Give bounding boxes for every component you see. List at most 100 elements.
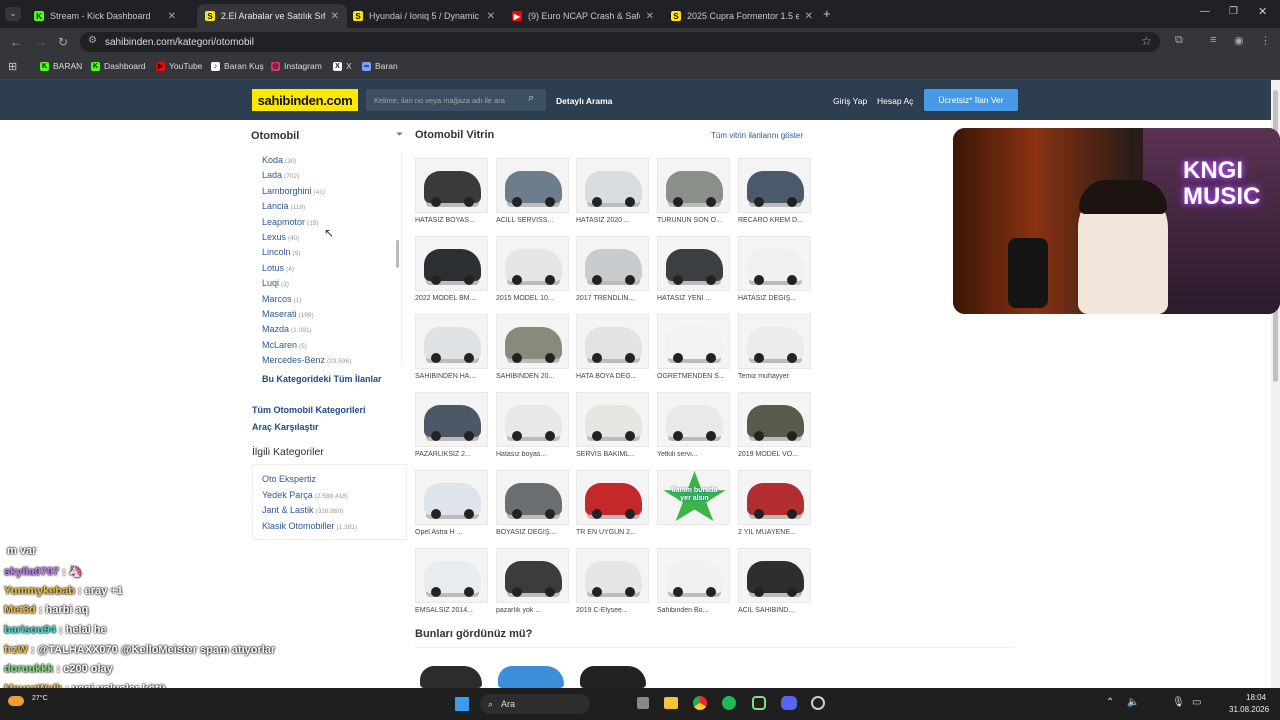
vitrin-caption[interactable]: ÖĞRETMENDEN S...	[657, 373, 737, 380]
file-explorer-icon[interactable]	[664, 697, 678, 709]
vitrin-caption[interactable]: pazarlık yok ...	[496, 607, 576, 614]
chat-username[interactable]: skylla0707	[4, 566, 59, 578]
detailed-search-link[interactable]: Detaylı Arama	[556, 96, 612, 106]
vitrin-thumbnail[interactable]	[576, 470, 649, 525]
browser-tab[interactable]: ▶ (9) Euro NCAP Crash & Safety ✕	[504, 4, 662, 28]
vitrin-thumbnail[interactable]	[496, 236, 569, 291]
bookmark-item[interactable]: K BARAN	[40, 61, 82, 71]
brand-list-item[interactable]: Mazda (1.091)	[262, 324, 312, 334]
new-tab-button[interactable]: +	[823, 6, 831, 21]
vitrin-caption[interactable]: EMSALSİZ 2014...	[415, 607, 495, 614]
chat-username[interactable]: doruukkk	[4, 663, 54, 675]
vitrin-thumbnail[interactable]	[738, 392, 811, 447]
obs-icon[interactable]	[811, 696, 825, 710]
brand-list-scrollbar[interactable]	[396, 240, 399, 268]
tab-close-icon[interactable]: ✕	[168, 11, 176, 22]
vitrin-caption[interactable]: Temiz muhayyer	[738, 373, 818, 380]
vitrin-thumbnail[interactable]	[576, 314, 649, 369]
chat-username[interactable]: frzW	[4, 644, 28, 656]
vitrin-thumbnail[interactable]	[738, 314, 811, 369]
brand-list-item[interactable]: Lincoln (9)	[262, 247, 300, 257]
vitrin-caption[interactable]: 2015 MODEL 10...	[496, 295, 576, 302]
seen-car-3[interactable]	[580, 666, 646, 688]
tab-close-icon[interactable]: ✕	[805, 11, 813, 22]
chrome-icon[interactable]	[693, 696, 707, 710]
vitrin-caption[interactable]: PAZARLIKSIZ 2...	[415, 451, 495, 458]
bookmark-item[interactable]: ▶ YouTube	[156, 61, 202, 71]
bookmark-item[interactable]: ♪ Baran Kuş	[211, 61, 264, 71]
browser-tab[interactable]: S 2025 Cupra Formentor 1.5 e-TS ✕	[663, 4, 821, 28]
apps-icon[interactable]: ⊞	[8, 60, 17, 73]
discord-icon[interactable]	[781, 696, 797, 710]
browser-tab[interactable]: S 2.El Arabalar ve Satılık Sıfır Km ✕	[197, 4, 347, 28]
brand-list-item[interactable]: Leapmotor (15)	[262, 217, 319, 227]
vitrin-thumbnail[interactable]	[738, 158, 811, 213]
vitrin-caption[interactable]: SAHİBİNDEN HA...	[415, 373, 495, 380]
vitrin-thumbnail[interactable]	[415, 236, 488, 291]
task-view-icon[interactable]	[637, 697, 649, 709]
back-icon[interactable]: ←	[10, 35, 22, 49]
brand-list-item[interactable]: Luqi (3)	[262, 278, 289, 288]
vitrin-thumbnail[interactable]	[657, 314, 730, 369]
brand-list-item[interactable]: Mercedes-Benz (23.596)	[262, 355, 351, 365]
vitrin-caption[interactable]: HATASIZ YENİ ...	[657, 295, 737, 302]
restore-icon[interactable]: ❐	[1229, 6, 1238, 17]
clock-time[interactable]: 18:04	[1246, 693, 1266, 702]
chat-username[interactable]: Met3d	[4, 604, 36, 616]
brand-list-item[interactable]: Marcos (1)	[262, 294, 301, 304]
chat-username[interactable]: barisou94	[4, 624, 56, 636]
url-field[interactable]: sahibinden.com/kategori/otomobil	[80, 32, 1160, 52]
all-listings-link[interactable]: Bu Kategorideki Tüm İlanlar	[262, 374, 382, 384]
seen-car-2[interactable]	[498, 666, 564, 688]
vitrin-thumbnail[interactable]	[496, 392, 569, 447]
vitrin-caption[interactable]: BOYASIZ DEĞİŞ...	[496, 529, 576, 536]
taskbar-search[interactable]: ⌕ Ara	[480, 694, 590, 714]
brand-list-item[interactable]: McLaren (5)	[262, 340, 307, 350]
spotify-icon[interactable]	[722, 696, 736, 710]
brand-list-item[interactable]: Lexus (40)	[262, 232, 300, 242]
vitrin-thumbnail[interactable]	[415, 470, 488, 525]
related-category-item[interactable]: Yedek Parça (2.588.418)	[262, 490, 348, 500]
related-category-item[interactable]: Klasik Otomobiller (1.381)	[262, 521, 357, 531]
vitrin-thumbnail[interactable]	[657, 548, 730, 603]
vitrin-caption[interactable]: TÜRÜNÜN SON Ö...	[657, 217, 737, 224]
extensions-icon[interactable]: ⧉	[1175, 34, 1183, 47]
vitrin-thumbnail[interactable]	[657, 392, 730, 447]
brand-list-item[interactable]: Lotus (4)	[262, 263, 294, 273]
vitrin-thumbnail[interactable]	[496, 470, 569, 525]
vitrin-caption[interactable]: TR EN UYGUN 2...	[576, 529, 656, 536]
weather-icon[interactable]	[8, 696, 24, 706]
tab-close-icon[interactable]: ✕	[487, 11, 495, 22]
brand-list-item[interactable]: Lamborghini (41)	[262, 186, 325, 196]
vitrin-thumbnail[interactable]	[657, 236, 730, 291]
vitrin-thumbnail[interactable]	[415, 548, 488, 603]
vitrin-thumbnail[interactable]	[657, 158, 730, 213]
start-icon[interactable]	[455, 697, 469, 711]
vitrin-caption[interactable]: 2019 C-Elysee...	[576, 607, 656, 614]
vitrin-caption[interactable]: ACİLL SERVİSS...	[496, 217, 576, 224]
brand-list-item[interactable]: Lada (702)	[262, 170, 299, 180]
login-link[interactable]: Giriş Yap	[833, 96, 867, 106]
clock-date[interactable]: 31.08.2026	[1229, 705, 1269, 714]
all-categories-link[interactable]: Tüm Otomobil Kategorileri	[252, 405, 366, 415]
search-icon[interactable]: ⌕	[528, 92, 534, 105]
vitrin-caption[interactable]: SERVİS BAKIML...	[576, 451, 656, 458]
bookmark-item[interactable]: ∞ Baran	[362, 61, 398, 71]
vitrin-caption[interactable]: SAHİBİNDEN 20...	[496, 373, 576, 380]
browser-tab[interactable]: S Hyundai / Ioniq 5 / Dynamic Vi ✕	[345, 4, 503, 28]
vitrin-thumbnail[interactable]	[496, 314, 569, 369]
close-window-icon[interactable]: ✕	[1258, 5, 1267, 18]
browser-tab[interactable]: K Stream - Kick Dashboard ✕	[26, 4, 184, 28]
network-icon[interactable]: ▭	[1192, 697, 1201, 708]
forward-icon[interactable]: →	[35, 35, 47, 49]
vitrin-thumbnail[interactable]	[738, 470, 811, 525]
vitrin-caption[interactable]: HATASIZ DEĞİŞ...	[738, 295, 818, 302]
tray-chevron-icon[interactable]: ⌃	[1106, 697, 1114, 708]
vitrin-caption[interactable]: Sahibinden Bo...	[657, 607, 737, 614]
vitrin-caption[interactable]: RECARO KREM D...	[738, 217, 818, 224]
tab-close-icon[interactable]: ✕	[646, 11, 654, 22]
brand-list-item[interactable]: Koda (30)	[262, 155, 297, 164]
filter-icon[interactable]: ⏷	[396, 129, 403, 140]
seen-car-1[interactable]	[420, 666, 482, 688]
vitrin-caption[interactable]: HATASIZ BOYAS...	[415, 217, 495, 224]
